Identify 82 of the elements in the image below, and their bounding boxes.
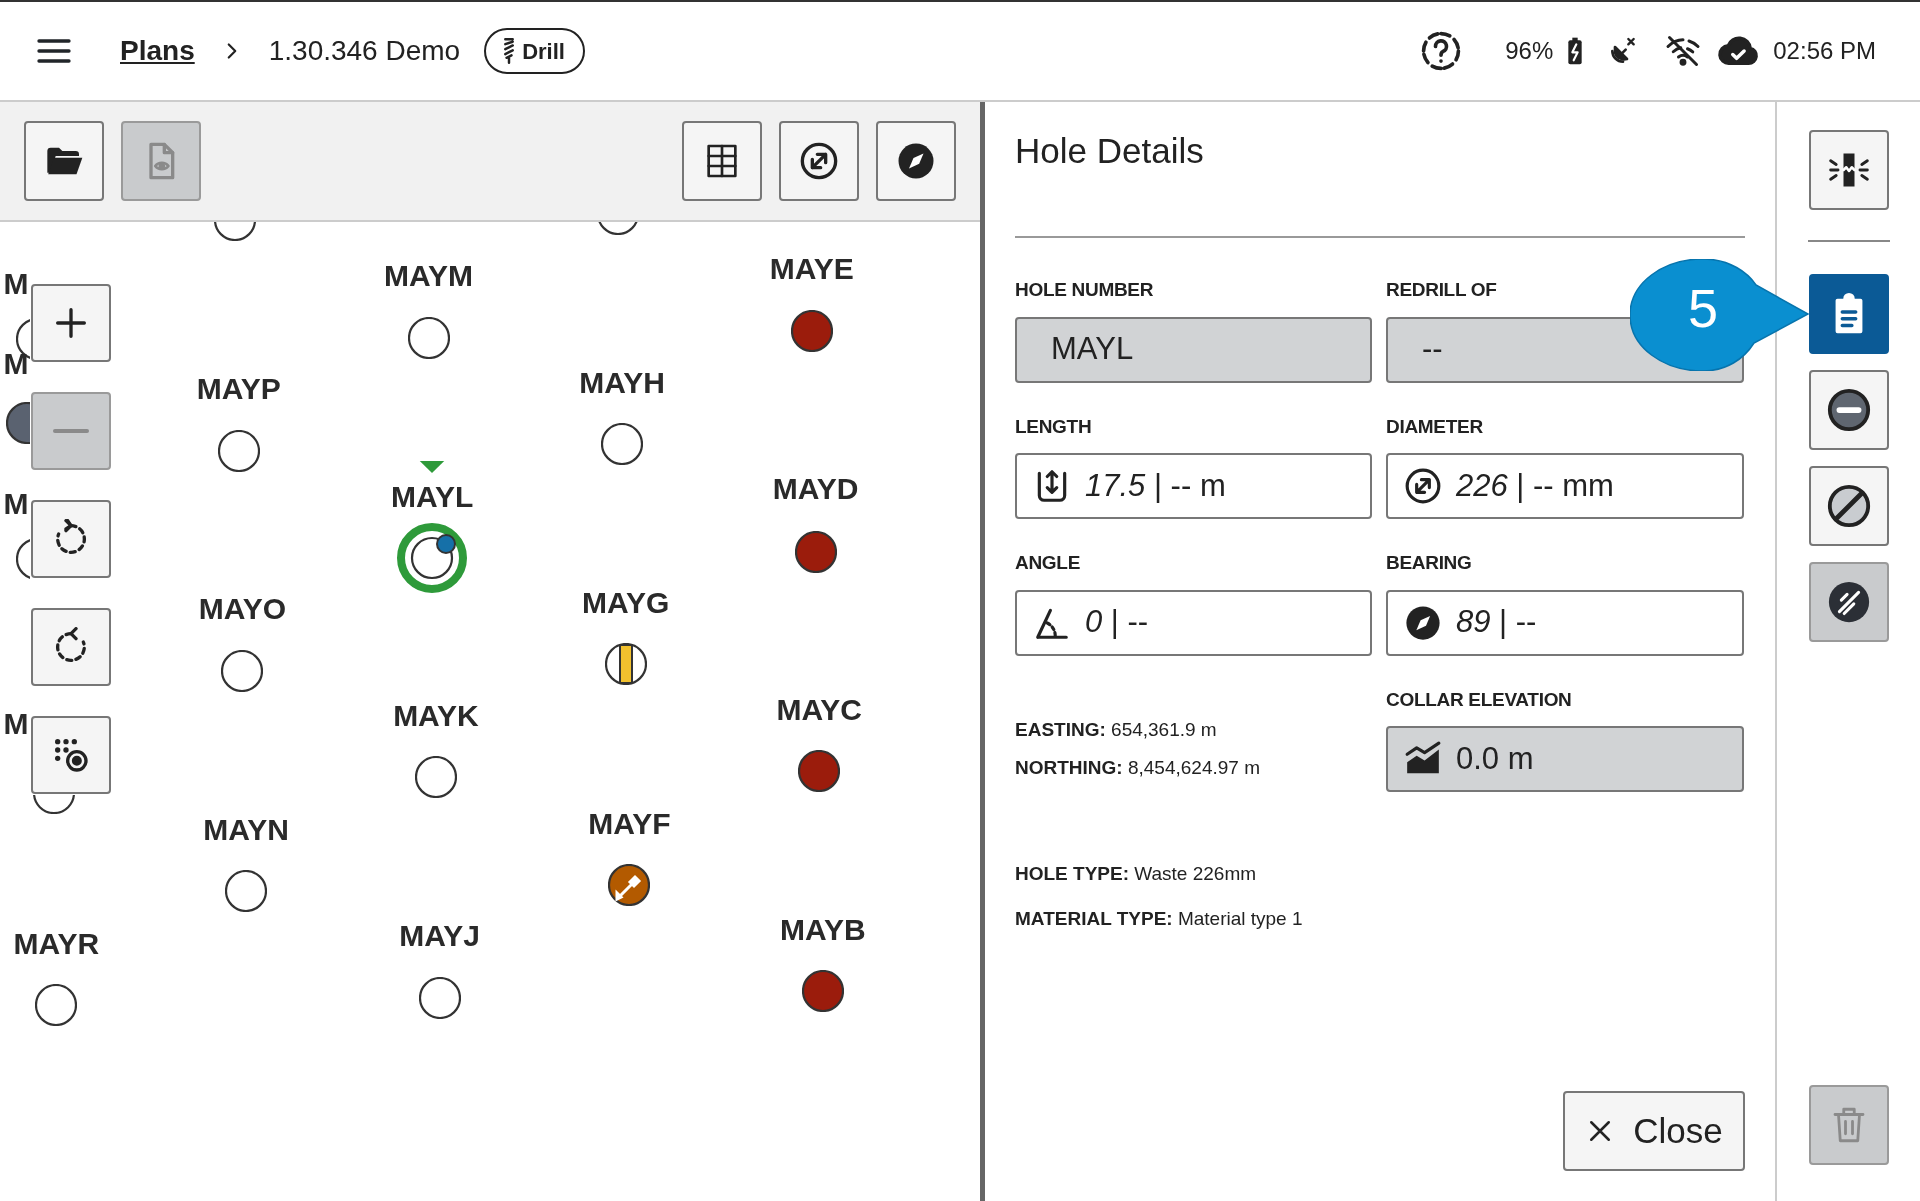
hole-label: MAYK [393,700,479,731]
minus-button[interactable] [1808,370,1889,450]
hole-label: M [3,489,29,520]
hole-marker[interactable] [5,402,30,445]
slash-circle-icon [1825,483,1872,529]
pattern-button[interactable] [31,716,111,794]
hole-label: M [3,349,29,380]
hole-label: MAYO [198,594,287,625]
grid-button[interactable] [682,121,762,201]
close-button[interactable]: Close [1563,1091,1745,1171]
hole-marker[interactable] [217,430,260,473]
hole-marker[interactable] [418,976,461,1019]
focus-button[interactable] [1808,130,1889,210]
hole-marker[interactable] [790,310,833,353]
input-field[interactable]: 17.5 | -- m [1015,453,1372,519]
hole-label: MAYC [776,694,862,725]
info-text: NORTHING: 8,454,624.97 m [1015,756,1261,780]
hole-label: MAYG [582,588,670,619]
hole-label: MAYL [391,481,474,512]
hole-label: MAYN [203,814,289,845]
hole-label: MAYM [384,261,473,292]
field-label: LENGTH [1015,414,1093,439]
breadcrumb-text: 1.30.346 Demo [268,34,461,68]
hole-marker[interactable] [414,756,457,799]
input-field[interactable]: MAYL [1015,316,1372,383]
field-label: COLLAR ELEVATION [1386,687,1573,712]
open-button[interactable] [24,121,104,201]
info-text: HOLE TYPE: Waste 226mm [1015,862,1258,886]
minus-circle-icon [1825,387,1872,433]
mode-badge: Drill [484,28,585,74]
hole-marker[interactable] [35,983,78,1026]
info-text: EASTING: 654,361.9 m [1015,717,1218,742]
field-label: HOLE NUMBER [1015,278,1155,302]
hole-marker[interactable] [608,863,651,906]
notes-button[interactable] [1808,274,1889,354]
hole-label: M [3,268,29,299]
input-field[interactable]: 0 | -- [1015,589,1372,656]
hole-label: MAYP [196,373,281,404]
hole-marker[interactable] [407,316,450,359]
hole-label: MAYF [588,808,671,839]
hole-label: M [3,709,29,740]
hole-marker[interactable] [225,870,268,912]
input-field[interactable]: 226 | -- mm [1386,453,1744,519]
info-text: MATERIAL TYPE: Material type 1 [1015,906,1304,931]
hole-marker[interactable] [221,649,264,692]
zoom-in-button[interactable] [31,284,111,362]
compass-icon [896,141,936,181]
hole-label: MAYH [579,367,665,398]
hole-marker[interactable] [396,521,469,594]
hole-marker[interactable] [801,970,844,1013]
input-field[interactable]: 89 | -- [1386,589,1744,656]
hole-label: MAYJ [399,921,480,952]
hole-label: MAYE [769,253,854,284]
hole-marker[interactable] [794,530,837,573]
diameter-icon [799,141,839,181]
minus-icon [53,427,89,435]
field-label: ANGLE [1015,551,1081,575]
slash-button[interactable] [1808,466,1889,546]
drill-icon [504,38,515,64]
hole-marker[interactable] [604,643,647,686]
input-field[interactable]: 0.0 m [1386,726,1744,792]
field-label: REDRILL OF [1386,278,1498,302]
diameter-icon [1404,467,1442,505]
compass-icon [1404,603,1442,642]
hole-marker[interactable] [32,795,75,814]
step-callout-tooltip: 5 [1630,259,1812,371]
hole-marker[interactable] [601,423,644,466]
compass-button[interactable] [876,121,956,201]
rotate-button[interactable] [31,500,111,578]
hole-label: MAYB [780,915,866,946]
hole-marker[interactable] [798,750,841,792]
field-label: DIAMETER [1386,414,1484,439]
clock-time: 02:56 PM [1773,36,1876,66]
diameter-button[interactable] [779,121,859,201]
breadcrumb-link[interactable]: Plans [120,30,195,72]
hole-label: MAYR [13,928,100,959]
battery-level: 96% [1505,36,1554,66]
hole-label: MAYD [772,474,859,505]
rotate-button[interactable] [31,608,111,686]
field-label: BEARING [1386,551,1473,575]
panel-title: Hole Details [1015,130,1205,172]
wifi-off-icon [1665,33,1702,69]
